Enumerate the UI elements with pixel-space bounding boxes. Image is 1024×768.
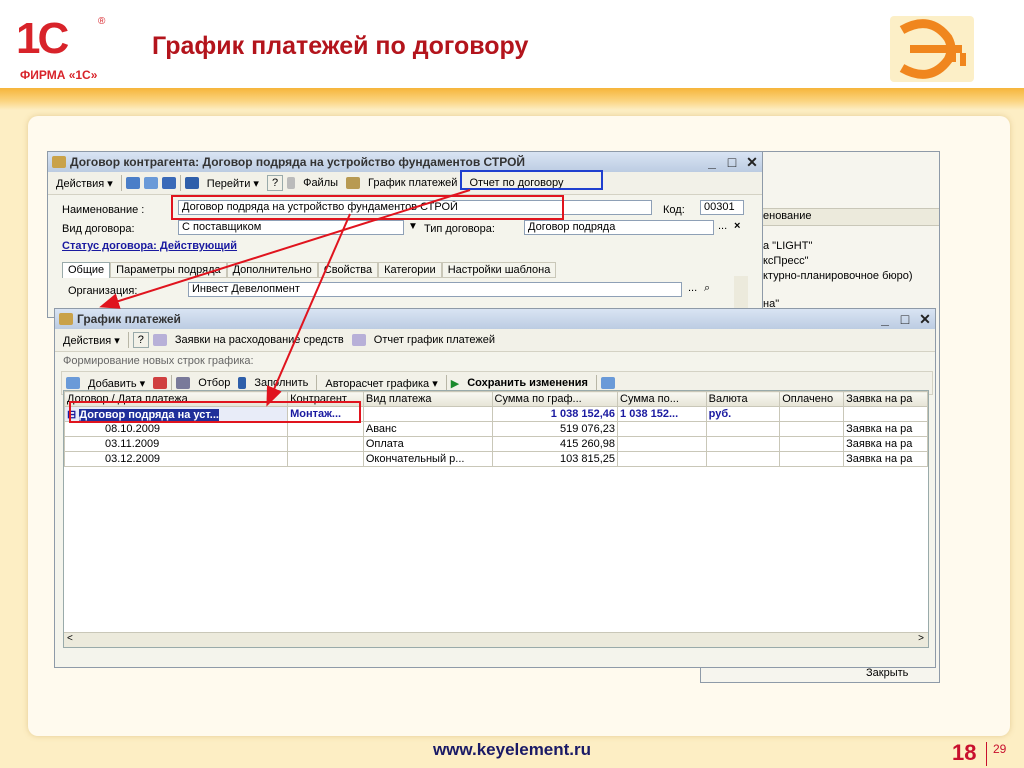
footer-url: www.keyelement.ru — [432, 740, 592, 759]
arrow-to-schedule-window — [99, 189, 471, 309]
page-number: 18 — [952, 740, 977, 765]
page-divider — [986, 742, 987, 766]
arrows — [99, 189, 471, 407]
arrow-to-contract-row — [266, 213, 351, 407]
page-total: 29 — [993, 742, 1007, 756]
